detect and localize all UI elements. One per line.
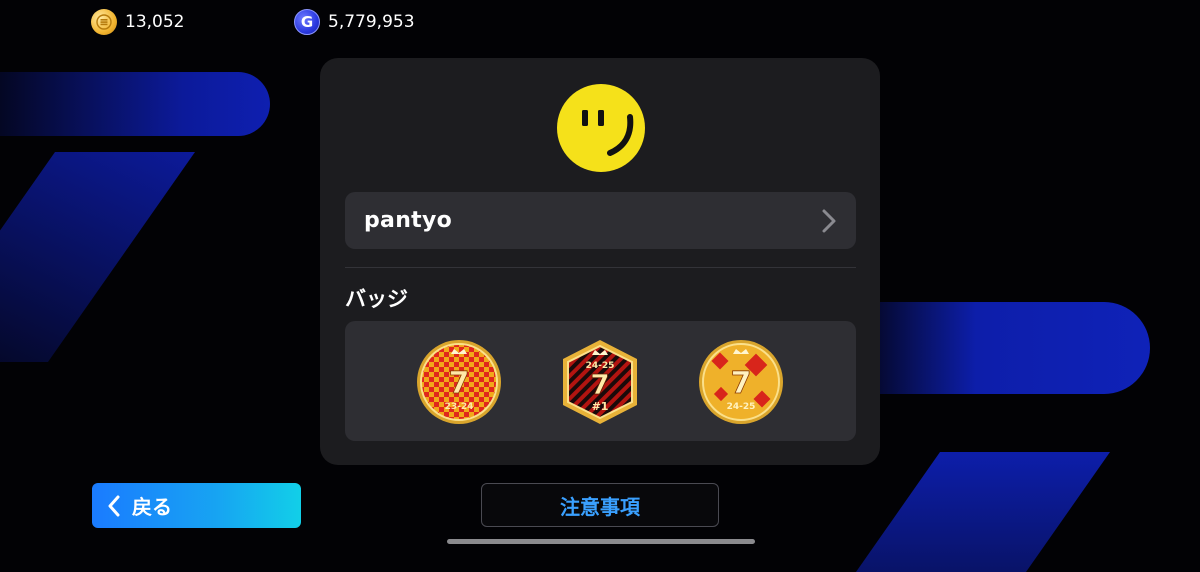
notes-button[interactable]: 注意事項 <box>481 483 719 527</box>
back-button-label: 戻る <box>132 495 172 519</box>
smiley-avatar-icon <box>557 84 645 172</box>
badge-1-number: 7 <box>449 366 470 401</box>
background-stripe-right <box>860 302 1150 394</box>
chevron-right-icon <box>822 209 836 233</box>
gp-coin-icon: G <box>294 9 320 35</box>
badge-24-25-icon[interactable]: 7 24-25 <box>696 337 786 427</box>
gold-coin-icon <box>91 9 117 35</box>
notes-button-label: 注意事項 <box>560 494 640 519</box>
background-slant-left <box>0 152 195 362</box>
profile-panel: pantyo バッジ 7 23-24 24-25 7 #1 7 24-25 <box>320 58 880 465</box>
background-slant-right <box>855 452 1110 572</box>
player-name: pantyo <box>364 208 453 233</box>
background-stripe-top <box>0 72 270 136</box>
badge-3-number: 7 <box>731 366 752 401</box>
back-button[interactable]: 戻る <box>92 483 301 528</box>
home-indicator[interactable] <box>447 539 755 544</box>
badge-2-rank: #1 <box>592 400 609 413</box>
badges-container: 7 23-24 24-25 7 #1 7 24-25 <box>345 321 856 441</box>
coin-balance: 13,052 <box>91 9 184 35</box>
gp-balance: G 5,779,953 <box>294 9 415 35</box>
badge-3-season: 24-25 <box>727 402 756 412</box>
badges-heading: バッジ <box>345 287 408 311</box>
player-name-row[interactable]: pantyo <box>345 192 856 249</box>
divider <box>345 267 856 268</box>
badge-24-25-rank1-icon[interactable]: 24-25 7 #1 <box>555 337 645 427</box>
badge-2-number: 7 <box>590 368 609 401</box>
chevron-left-icon <box>108 495 120 516</box>
coin-balance-value: 13,052 <box>125 12 185 32</box>
badge-1-season: 23-24 <box>445 402 474 412</box>
gp-balance-value: 5,779,953 <box>328 12 415 32</box>
badge-23-24-icon[interactable]: 7 23-24 <box>414 337 504 427</box>
